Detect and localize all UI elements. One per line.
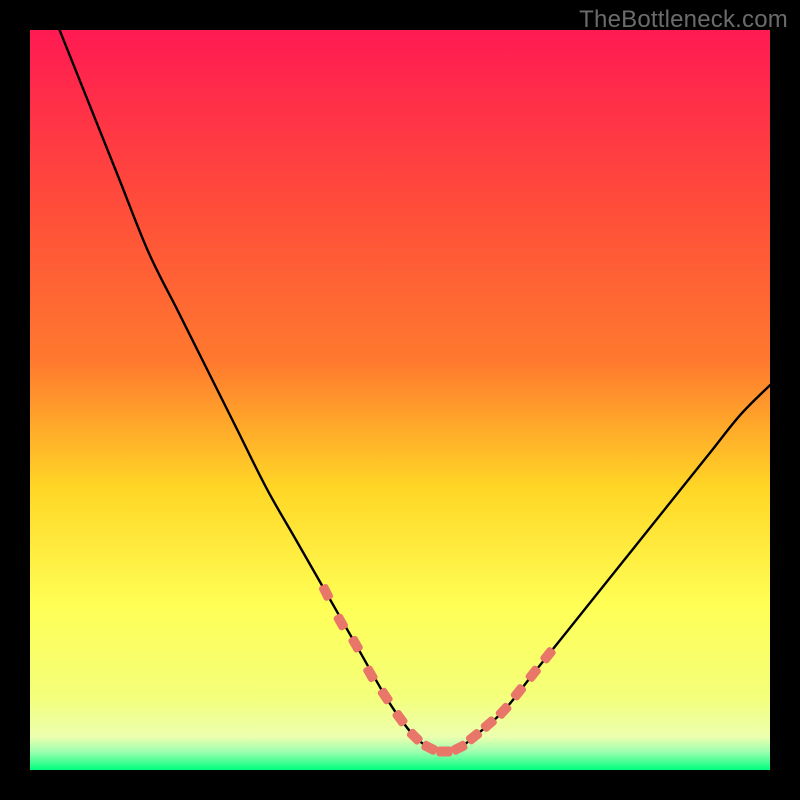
chart-frame: TheBottleneck.com xyxy=(0,0,800,800)
highlight-marker xyxy=(436,747,452,757)
bottleneck-chart xyxy=(30,30,770,770)
gradient-background xyxy=(30,30,770,770)
plot-area xyxy=(30,30,770,770)
